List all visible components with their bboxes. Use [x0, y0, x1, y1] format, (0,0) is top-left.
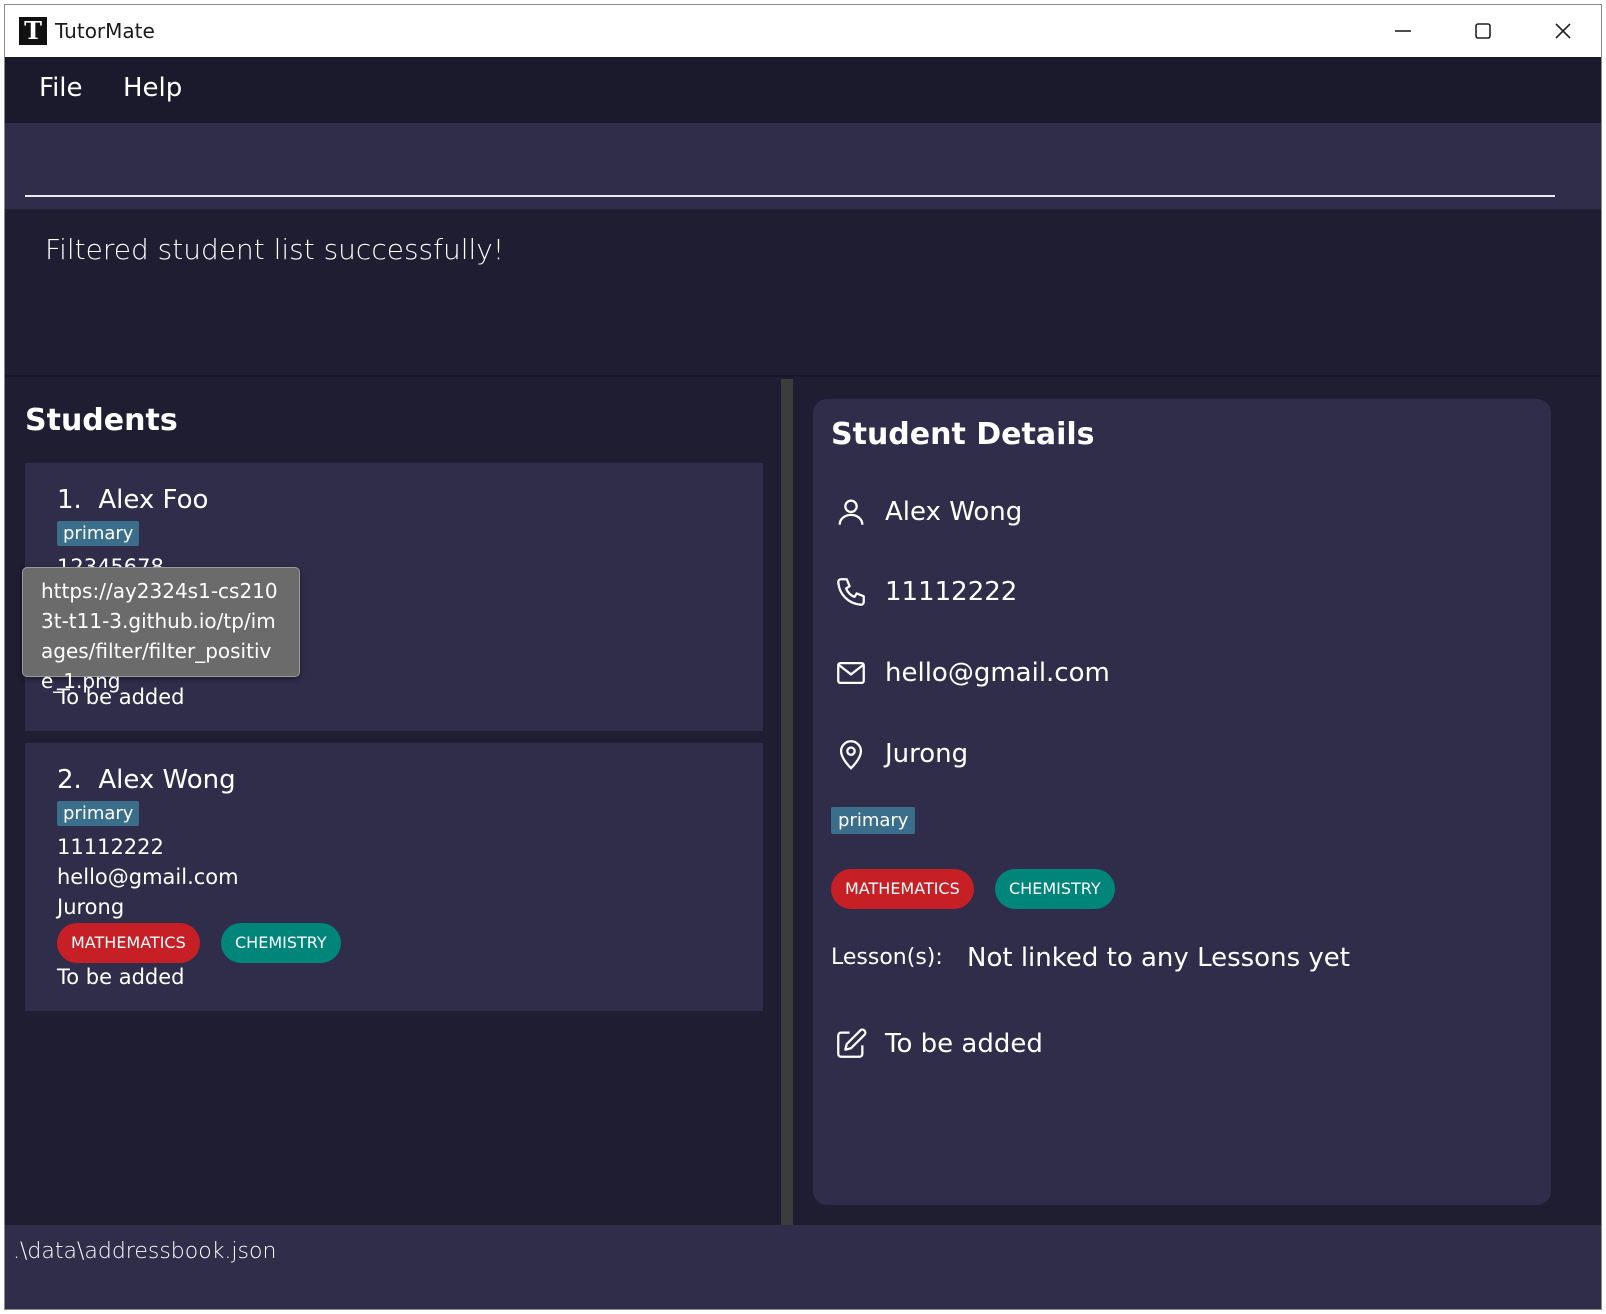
result-display: Filtered student list successfully!	[5, 209, 1601, 377]
student-address: Jurong	[57, 895, 125, 919]
url-tooltip: https://ay2324s1-cs2103t-t11-3.github.io…	[22, 567, 300, 693]
student-name-text: Alex Foo	[98, 485, 209, 515]
level-tag: primary	[57, 521, 140, 546]
detail-name-row: Alex Wong	[831, 487, 1022, 537]
status-bar: .\data\addressbook.json	[5, 1225, 1601, 1309]
student-email: hello@gmail.com	[57, 865, 239, 889]
command-input[interactable]	[25, 139, 1555, 197]
detail-address: Jurong	[885, 739, 969, 769]
mail-icon	[831, 653, 871, 693]
student-name: 1. Alex Foo	[57, 485, 208, 515]
person-icon	[831, 492, 871, 532]
detail-email-row: hello@gmail.com	[831, 648, 1110, 698]
close-button[interactable]	[1523, 5, 1601, 57]
panel-splitter[interactable]	[779, 379, 795, 1225]
edit-note-icon	[831, 1024, 871, 1064]
result-message: Filtered student list successfully!	[45, 233, 505, 266]
menu-file[interactable]: File	[39, 73, 83, 103]
detail-name: Alex Wong	[885, 497, 1023, 527]
detail-phone-row: 11112222	[831, 567, 1017, 617]
student-remark: To be added	[57, 965, 185, 989]
student-index: 2.	[57, 765, 82, 795]
save-location-path: .\data\addressbook.json	[13, 1239, 277, 1264]
command-box	[5, 123, 1601, 209]
location-pin-icon	[831, 734, 871, 774]
subject-badge-mathematics: MATHEMATICS	[57, 923, 200, 963]
student-index: 1.	[57, 485, 82, 515]
lessons-value: Not linked to any Lessons yet	[967, 943, 1350, 973]
maximize-icon	[1475, 23, 1491, 39]
students-heading: Students	[25, 403, 178, 438]
student-card[interactable]: 2. Alex Wong primary 11112222 hello@gmai…	[25, 743, 763, 1011]
detail-email: hello@gmail.com	[885, 658, 1110, 688]
detail-remark: To be added	[885, 1029, 1043, 1059]
detail-address-row: Jurong	[831, 729, 968, 779]
subject-badge-chemistry: CHEMISTRY	[221, 923, 341, 963]
detail-level-tag: primary	[831, 807, 916, 834]
detail-subject-chemistry: CHEMISTRY	[995, 869, 1115, 909]
minimize-button[interactable]	[1363, 5, 1443, 57]
window-title: TutorMate	[55, 19, 155, 43]
detail-remark-row: To be added	[831, 1019, 1043, 1069]
maximize-button[interactable]	[1443, 5, 1523, 57]
lessons-label: Lesson(s):	[831, 945, 943, 970]
minimize-icon	[1395, 30, 1411, 32]
student-name: 2. Alex Wong	[57, 765, 236, 795]
menu-bar: File Help	[5, 57, 1601, 123]
title-bar[interactable]: T TutorMate	[5, 5, 1601, 57]
splitter-handle[interactable]	[781, 379, 793, 1225]
details-heading: Student Details	[831, 417, 1095, 452]
menu-help[interactable]: Help	[123, 73, 182, 103]
detail-subject-mathematics: MATHEMATICS	[831, 869, 974, 909]
close-icon	[1555, 23, 1571, 39]
student-name-text: Alex Wong	[98, 765, 236, 795]
phone-icon	[831, 572, 871, 612]
student-details-panel: Student Details Alex Wong 11112222 hello…	[813, 399, 1551, 1205]
student-phone: 11112222	[57, 835, 164, 859]
detail-phone: 11112222	[885, 577, 1018, 607]
student-list-panel: Students 1. Alex Foo primary 12345678 To…	[5, 379, 779, 1225]
level-tag: primary	[57, 801, 140, 826]
app-logo-icon: T	[19, 17, 47, 45]
